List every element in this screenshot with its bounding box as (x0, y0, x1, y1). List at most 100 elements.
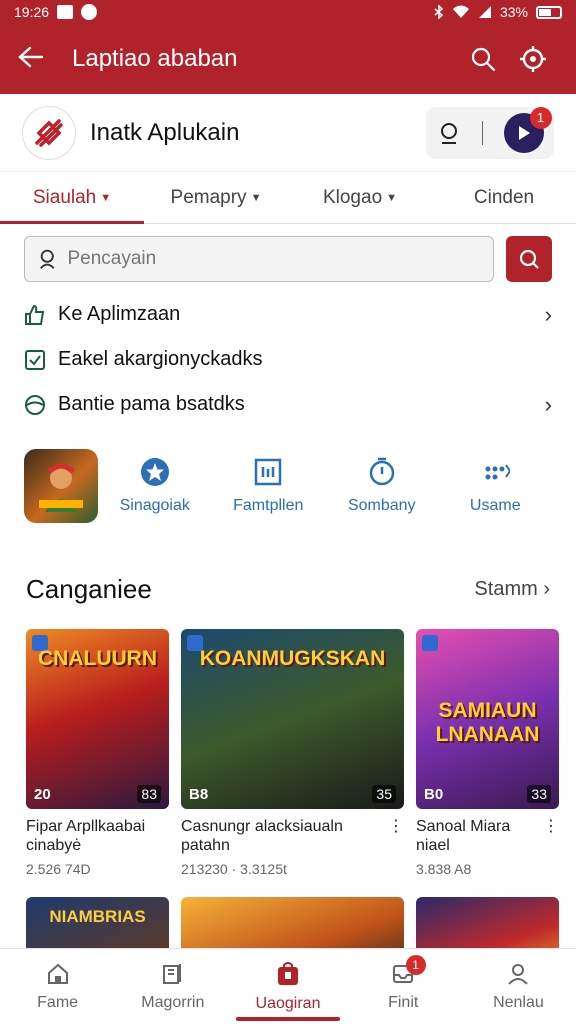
nav-badge: 1 (405, 955, 426, 975)
nav-label: Finit (388, 993, 419, 1011)
dots-icon (485, 464, 511, 480)
game-card-list: CNALUURN 20 83 Fipar Arpllkaabai cinabyė… (0, 615, 576, 877)
menu-item-label: Eakel akargionyckadks (58, 348, 263, 370)
chevron-down-icon: ▼ (250, 191, 262, 204)
game-cover: SAMIAUN LNANAAN B0 33 (416, 629, 559, 809)
section-title: Canganiee (26, 573, 152, 604)
divider (481, 120, 483, 145)
game-cover-right: 35 (372, 785, 396, 803)
game-cover-left: 20 (34, 786, 51, 803)
menu-item-label: Ke Aplimzaan (58, 303, 181, 325)
signal-icon (478, 6, 491, 18)
search-button[interactable] (458, 39, 508, 79)
avatar[interactable]: 1 (503, 106, 552, 153)
menu-item-checklist[interactable]: Eakel akargionyckadks (24, 337, 552, 382)
see-all-label: Stamm (474, 577, 538, 600)
game-cover-title: NIAMBRIAS (49, 907, 146, 927)
featured-app-icon[interactable] (24, 449, 98, 523)
avatar-badge: 1 (529, 106, 552, 129)
game-character-icon (39, 463, 83, 512)
template-icon (255, 458, 282, 486)
quick-actions: Sinagoiak Famtpllen Sombany Usame (0, 427, 576, 545)
nav-magorrin[interactable]: Magorrin (115, 949, 230, 1024)
app-bar: Laptiao ababan (0, 24, 576, 94)
search-submit-button[interactable] (506, 236, 552, 282)
quick-action-timer[interactable]: Sombany (325, 457, 439, 515)
status-bar: 19:26 33% (0, 0, 576, 24)
more-icon[interactable]: ⋮ (388, 817, 404, 855)
app-badge-icon (422, 635, 438, 651)
settings-button[interactable] (508, 39, 558, 79)
chevron-right-icon: › (543, 577, 550, 600)
game-cover: CNALUURN 20 83 (26, 629, 169, 809)
menu-item-apps[interactable]: Ke Aplimzaan › (24, 292, 552, 337)
profile-actions: 1 (426, 106, 554, 159)
game-cover-left: B8 (189, 786, 209, 803)
app-title: Laptiao ababan (72, 45, 238, 72)
game-cover-title: CNALUURN (38, 647, 157, 670)
quick-action-more[interactable]: Usame (439, 457, 553, 515)
store-bag-icon (278, 961, 298, 985)
game-title: Sanoal Miara niael ⋮ (416, 817, 559, 855)
tab-label: Cinden (473, 186, 535, 208)
app-logo (22, 105, 76, 160)
library-icon (162, 963, 181, 984)
back-button[interactable] (18, 42, 58, 76)
quick-action-template[interactable]: Famtpllen (212, 457, 326, 515)
game-meta: 3.838 A8 (416, 861, 472, 878)
search-input[interactable] (67, 248, 481, 270)
game-meta: 213230 · 3.3125t (181, 861, 287, 878)
tab-pemapry[interactable]: Pemapry ▼ (144, 172, 288, 223)
game-title: Fipar Arpllkaabai cinabyė (26, 818, 146, 855)
quick-action-label: Sombany (347, 497, 416, 514)
app-logo-icon (35, 118, 63, 147)
status-time: 19:26 (14, 4, 50, 20)
more-icon[interactable]: ⋮ (543, 817, 559, 855)
tab-klogao[interactable]: Klogao ▼ (288, 172, 432, 223)
tab-bar: Siaulah ▼ Pemapry ▼ Klogao ▼ Cinden (0, 172, 576, 224)
menu-item-settings[interactable]: Bantie pama bsatdks › (24, 382, 552, 427)
quick-action-star[interactable]: Sinagoiak (98, 457, 212, 515)
tab-cinden[interactable]: Cinden (432, 172, 576, 223)
tab-label: Klogao (322, 186, 383, 208)
see-all-link[interactable]: Stamm › (474, 578, 550, 601)
menu-item-label: Bantie pama bsatdks (58, 393, 245, 415)
game-cover: KOANMUGKSKAN B8 35 (181, 629, 404, 809)
section-header: Canganiee Stamm › (0, 545, 576, 615)
gear-icon (520, 46, 546, 72)
tab-label: Siaulah (32, 186, 97, 208)
nav-label: Fame (37, 993, 79, 1011)
nav-finit[interactable]: 1 Finit (346, 949, 461, 1024)
battery-percent: 33% (499, 4, 528, 20)
nav-fame[interactable]: Fame (0, 949, 115, 1024)
nav-nenlau[interactable]: Nenlau (461, 949, 576, 1024)
tab-siaulah[interactable]: Siaulah ▼ (0, 172, 144, 224)
game-title: Casnungr alacksiaualn patahn ⋮ (181, 817, 404, 855)
search-row (0, 224, 576, 282)
game-cover-right: 33 (527, 785, 551, 803)
game-cover-title: KOANMUGKSKAN (199, 647, 386, 670)
back-arrow-icon (18, 46, 44, 68)
star-icon (140, 458, 169, 486)
game-cover-right: 83 (137, 785, 161, 803)
search-icon (519, 249, 539, 269)
nav-label: Nenlau (493, 993, 544, 1011)
notification-icon (81, 4, 98, 20)
game-card[interactable]: SAMIAUN LNANAAN B0 33 Sanoal Miara niael… (416, 629, 559, 877)
chevron-right-icon: › (544, 391, 552, 417)
chevron-down-icon: ▼ (100, 191, 112, 204)
game-card[interactable]: KOANMUGKSKAN B8 35 Casnungr alacksiaualn… (181, 629, 404, 877)
profile-icon (508, 963, 529, 985)
play-icon (518, 125, 530, 140)
quick-action-label: Usame (469, 497, 521, 514)
game-card[interactable]: CNALUURN 20 83 Fipar Arpllkaabai cinabyė… (26, 629, 169, 877)
chevron-right-icon: › (544, 301, 552, 327)
game-cover-title: SAMIAUN LNANAAN (435, 699, 540, 746)
nav-uaogiran[interactable]: Uaogiran (230, 949, 345, 1024)
bottom-nav: Fame Magorrin Uaogiran 1 Finit Nenlau (0, 948, 576, 1024)
wifi-icon (452, 5, 469, 18)
bluetooth-icon (434, 5, 444, 19)
user-icon[interactable] (437, 121, 461, 145)
search-box[interactable] (24, 236, 494, 282)
battery-icon (536, 5, 562, 19)
